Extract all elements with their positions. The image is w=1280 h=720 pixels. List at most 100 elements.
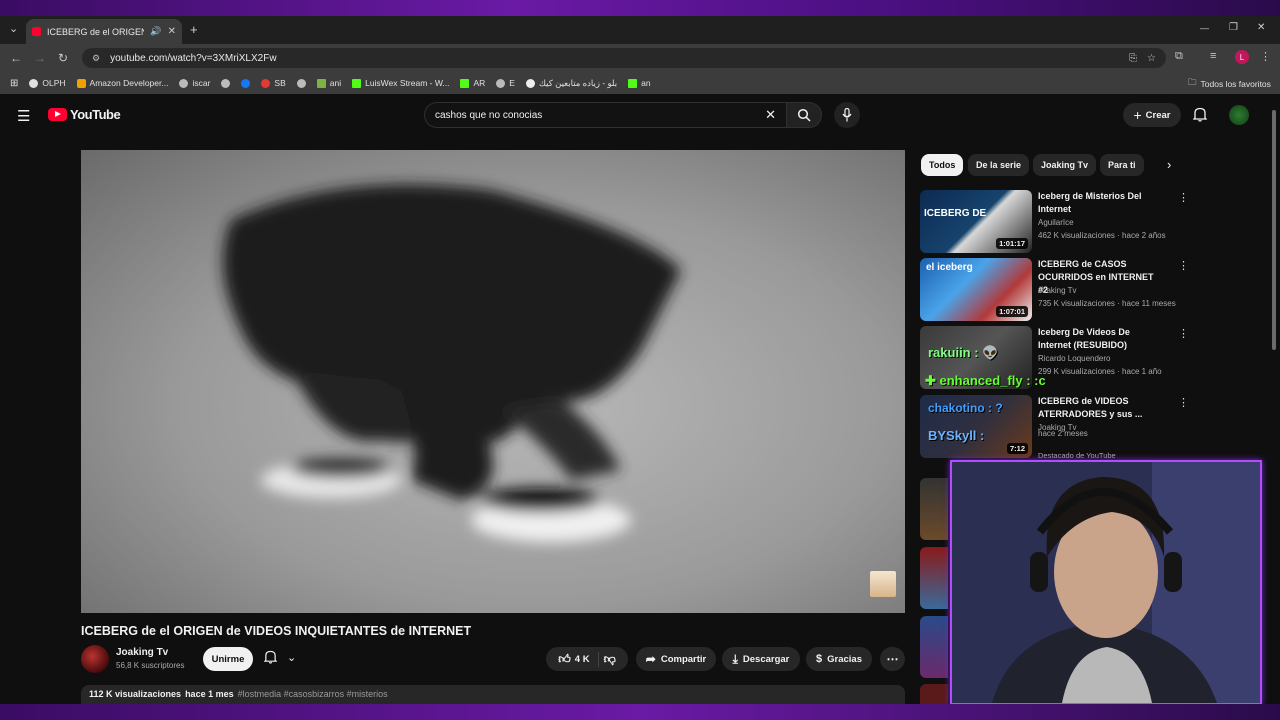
reload-icon[interactable]: ↻ [58,51,68,65]
video-thumbnail[interactable] [920,547,948,609]
featured-badge: Destacado de YouTube [1038,451,1116,460]
channel-watermark-icon[interactable] [870,571,896,597]
search-button[interactable] [786,102,822,128]
tab-close-icon[interactable]: ✕ [168,26,176,37]
browser-menu-icon[interactable]: ⋮ [1260,50,1271,63]
channel-avatar[interactable] [81,645,109,673]
bookmark-item[interactable]: OLPH [29,78,66,88]
bookmark-item[interactable]: SB [261,78,286,88]
all-bookmarks-folder[interactable]: 🗀 Todos los favoritos [1188,77,1271,91]
thanks-button[interactable]: $ Gracias [806,647,872,671]
chips-next-chevron-icon[interactable]: › [1167,157,1171,172]
profile-avatar[interactable]: L [1235,50,1249,64]
more-vertical-icon[interactable]: ⋮ [1178,191,1189,204]
video-thumbnail[interactable] [920,684,948,704]
video-frame-image [223,184,681,542]
chip-para-ti[interactable]: Para ti [1100,154,1144,176]
bookmark-item[interactable]: Amazon Developer... [76,78,168,88]
more-vertical-icon[interactable]: ⋮ [1178,259,1189,272]
recommended-title: Iceberg de Misterios Del Internet [1038,191,1142,214]
recommended-meta: 462 K visualizaciones · hace 2 años [1038,231,1166,240]
upload-age: hace 1 mes [185,689,234,699]
chip-todos[interactable]: Todos [921,154,964,176]
search-input[interactable]: cashos que no conocias ✕ [424,102,786,128]
apps-grid-icon[interactable]: ⊞ [10,78,18,89]
share-label: Compartir [660,653,707,665]
page-scrollbar[interactable] [1270,100,1278,700]
bookmark-star-icon[interactable]: ☆ [1147,53,1156,64]
tab-search-chevron-icon[interactable]: ⌄ [9,22,18,35]
bookmark-item[interactable] [221,78,231,88]
forward-arrow-icon[interactable]: → [34,51,46,65]
window-close-button[interactable]: ✕ [1257,22,1265,33]
search-query-text: cashos que no conocias [435,109,543,121]
chip-joaking-tv[interactable]: Joaking Tv [1033,154,1097,176]
minimize-button[interactable]: — [1200,23,1209,33]
like-count: 4 K [574,653,590,665]
description-box[interactable]: 112 K visualizaciones hace 1 mes #lostme… [81,685,905,704]
recommended-title: Iceberg De Videos De Internet (RESUBIDO) [1038,327,1130,350]
bookmark-item[interactable] [296,78,306,88]
subscription-bell-button[interactable]: ⌄ [264,650,296,664]
account-avatar[interactable] [1229,105,1249,125]
youtube-logo[interactable]: YouTube [48,107,121,122]
bookmark-item[interactable]: E [496,78,515,88]
dislike-button[interactable]: 👎︎ [604,652,616,667]
video-player[interactable] [81,150,905,613]
join-button[interactable]: Unirme [203,647,253,671]
video-thumbnail[interactable] [920,616,948,678]
streamer-webcam-overlay [950,460,1262,705]
like-button[interactable]: 👍︎ 4 K [558,651,599,667]
share-button[interactable]: ➦ Compartir [636,647,716,671]
subscriber-count: 56,8 K suscriptores [116,661,185,670]
thumbs-down-icon: 👎︎ [603,651,616,666]
clear-search-icon[interactable]: ✕ [765,107,776,123]
tab-title: ICEBERG de el ORIGEN de VIDEOS INQUIETAN… [47,26,145,37]
profile-initial: L [1239,52,1245,62]
video-thumbnail[interactable]: ICEBERG DE 1:01:17 [920,190,1032,253]
bookmark-item[interactable]: LuisWex Stream - W... [352,78,449,88]
recommended-video[interactable]: ICEBERG DE 1:01:17 Iceberg de Misterios … [920,190,1190,254]
media-controls-icon[interactable]: ≡ [1210,50,1216,62]
create-button[interactable]: + Crear [1123,103,1181,127]
chat-line: rakuiin : 👽 [928,345,999,360]
bookmark-item[interactable] [241,78,251,88]
more-vertical-icon[interactable]: ⋮ [1178,396,1189,409]
bookmark-item[interactable]: an [628,78,651,88]
bookmark-item[interactable]: بلو - زياده متابعين كيك [525,78,617,89]
create-label: Crear [1145,109,1171,121]
recommended-video[interactable]: el iceberg 1:07:01 ICEBERG de CASOS OCUR… [920,258,1190,322]
tab-audio-icon[interactable]: 🔊 [150,26,161,37]
install-app-icon[interactable]: ⎘ [1129,53,1137,64]
video-duration: 1:07:01 [996,306,1028,317]
bookmark-item[interactable]: iscar [179,78,210,88]
extensions-icon[interactable]: ⧉ [1175,50,1183,63]
download-button[interactable]: ⤓ Descargar [722,647,800,671]
more-actions-button[interactable]: ⋯ [880,647,905,671]
browser-tab-active[interactable]: ICEBERG de el ORIGEN de VIDEOS INQUIETAN… [26,19,182,44]
address-bar[interactable]: ⚙ youtube.com/watch?v=3XMriXLX2Fw ⎘ ☆ [82,48,1166,68]
channel-name[interactable]: Joaking Tv [116,647,168,658]
folder-icon: 🗀 [1188,77,1197,87]
video-thumbnail[interactable]: el iceberg 1:07:01 [920,258,1032,321]
video-title: ICEBERG de el ORIGEN de VIDEOS INQUIETAN… [81,624,472,638]
video-thumbnail[interactable] [920,478,948,540]
notifications-button[interactable] [1193,107,1207,122]
bookmark-item[interactable]: ani [316,78,341,88]
bell-icon [1193,107,1207,122]
desktop-frame-bottom [0,704,1280,720]
site-info-icon[interactable]: ⚙ [92,53,100,64]
thumbs-up-icon: 👍︎ [558,651,571,666]
chip-de-la-serie[interactable]: De la serie [968,154,1030,176]
hamburger-menu-icon[interactable]: ☰ [17,107,30,125]
more-vertical-icon[interactable]: ⋮ [1178,327,1189,340]
new-tab-button[interactable]: + [190,22,198,37]
back-arrow-icon[interactable]: ← [10,51,22,65]
scrollbar-thumb[interactable] [1272,110,1276,350]
voice-search-button[interactable] [834,102,860,128]
all-bookmarks-label: Todos los favoritos [1200,79,1271,89]
maximize-button[interactable]: ❐ [1229,22,1238,33]
bookmark-label: SB [274,78,286,88]
hashtags[interactable]: #lostmedia #casosbizarros #misterios [238,689,388,700]
bookmark-item[interactable]: AR [460,78,485,88]
